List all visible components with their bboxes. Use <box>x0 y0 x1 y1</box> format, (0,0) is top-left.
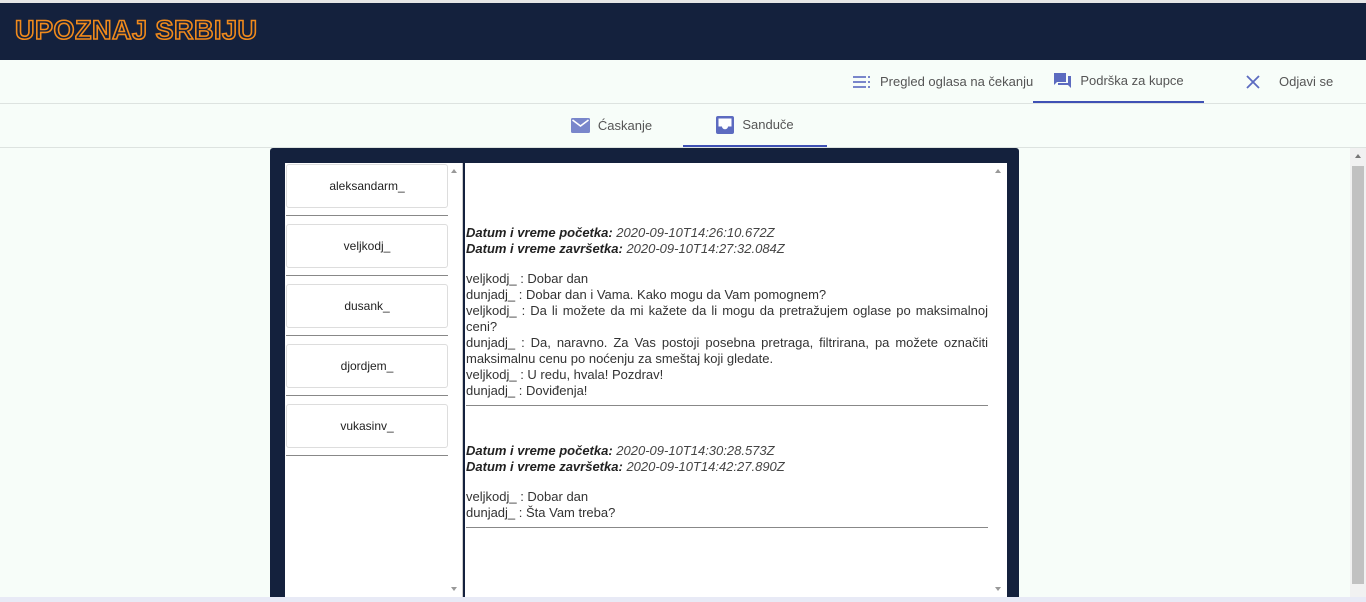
end-label: Datum i vreme završetka: <box>466 241 623 256</box>
nav-customer-support[interactable]: Podrška za kupce <box>1033 60 1204 103</box>
list-item[interactable]: vukasinv_ <box>286 404 448 448</box>
conversation-divider <box>466 405 988 406</box>
tab-chat-label: Ćaskanje <box>597 118 653 133</box>
list-item[interactable]: djordjem_ <box>286 344 448 388</box>
user-list-scrollbar[interactable] <box>448 163 460 597</box>
nav-pending-ads[interactable]: Pregled oglasa na čekanju <box>853 60 1033 103</box>
mail-icon <box>570 118 590 133</box>
user-list[interactable]: aleksandarm_ veljkodj_ dusank_ djordjem_… <box>285 163 463 597</box>
message: dunjadj_ : Šta Vam treba? <box>466 505 616 520</box>
divider <box>286 335 448 336</box>
nav-support-label: Podrška za kupce <box>1080 73 1184 88</box>
tab-inbox[interactable]: Sanduče <box>683 104 827 147</box>
scroll-down-icon[interactable] <box>451 587 457 591</box>
list-item[interactable]: veljkodj_ <box>286 224 448 268</box>
divider <box>286 395 448 396</box>
conversation-end: Datum i vreme završetka: 2020-09-10T14:2… <box>466 241 988 257</box>
conversation: Datum i vreme početka: 2020-09-10T14:26:… <box>466 225 988 406</box>
close-icon <box>1246 74 1260 89</box>
conversation-view[interactable]: Datum i vreme početka: 2020-09-10T14:26:… <box>465 163 1007 597</box>
top-header: UPOZNAJ SRBIJU <box>0 0 1366 60</box>
conversation-start: Datum i vreme početka: 2020-09-10T14:26:… <box>466 225 988 241</box>
message: veljkodj_ : Dobar dan <box>466 489 589 504</box>
scroll-up-icon[interactable] <box>1355 154 1361 158</box>
bottom-edge <box>0 597 1366 602</box>
nav-logout[interactable]: Odjavi se <box>1245 60 1333 103</box>
message: veljkodj_ : Da li možete da mi kažete da… <box>466 303 988 334</box>
end-label: Datum i vreme završetka: <box>466 459 623 474</box>
list-icon <box>853 75 870 88</box>
message: veljkodj_ : U redu, hvala! Pozdrav! <box>466 367 664 382</box>
start-time: 2020-09-10T14:26:10.672Z <box>616 225 775 240</box>
page-scrollbar[interactable] <box>1350 148 1366 602</box>
message: veljkodj_ : Dobar dan <box>466 271 589 286</box>
message-list: veljkodj_ : Dobar dan dunjadj_ : Dobar d… <box>466 271 988 399</box>
scroll-down-icon[interactable] <box>995 587 1001 591</box>
message: dunjadj_ : Doviđenja! <box>466 383 588 398</box>
divider <box>286 275 448 276</box>
main-nav: Pregled oglasa na čekanju Podrška za kup… <box>0 60 1366 104</box>
conversation-start: Datum i vreme početka: 2020-09-10T14:30:… <box>466 443 988 459</box>
scroll-up-icon[interactable] <box>451 169 457 173</box>
message: dunjadj_ : Dobar dan i Vama. Kako mogu d… <box>466 287 827 302</box>
conversation: Datum i vreme početka: 2020-09-10T14:30:… <box>466 443 988 528</box>
divider <box>286 215 448 216</box>
end-time: 2020-09-10T14:42:27.890Z <box>626 459 785 474</box>
end-time: 2020-09-10T14:27:32.084Z <box>626 241 785 256</box>
start-label: Datum i vreme početka: <box>466 443 613 458</box>
tab-chat[interactable]: Ćaskanje <box>540 104 683 147</box>
conversation-scrollbar[interactable] <box>991 163 1005 597</box>
list-item[interactable]: aleksandarm_ <box>286 164 448 208</box>
nav-logout-label: Odjavi se <box>1279 74 1334 89</box>
forum-icon <box>1054 73 1072 88</box>
inbox-icon <box>716 115 735 134</box>
message: dunjadj_ : Da, naravno. Za Vas postoji p… <box>466 335 988 366</box>
support-tabs: Ćaskanje Sanduče <box>0 104 1366 148</box>
tab-inbox-label: Sanduče <box>742 117 794 132</box>
nav-pending-label: Pregled oglasa na čekanju <box>880 74 1034 89</box>
start-label: Datum i vreme početka: <box>466 225 613 240</box>
scroll-up-icon[interactable] <box>995 169 1001 173</box>
list-item[interactable]: dusank_ <box>286 284 448 328</box>
conversation-end: Datum i vreme završetka: 2020-09-10T14:4… <box>466 459 988 475</box>
app-logo[interactable]: UPOZNAJ SRBIJU <box>14 14 258 46</box>
divider <box>286 455 448 456</box>
message-list: veljkodj_ : Dobar dan dunjadj_ : Šta Vam… <box>466 489 988 521</box>
conversation-divider <box>466 527 988 528</box>
scrollbar-thumb[interactable] <box>1352 166 1364 584</box>
start-time: 2020-09-10T14:30:28.573Z <box>616 443 775 458</box>
